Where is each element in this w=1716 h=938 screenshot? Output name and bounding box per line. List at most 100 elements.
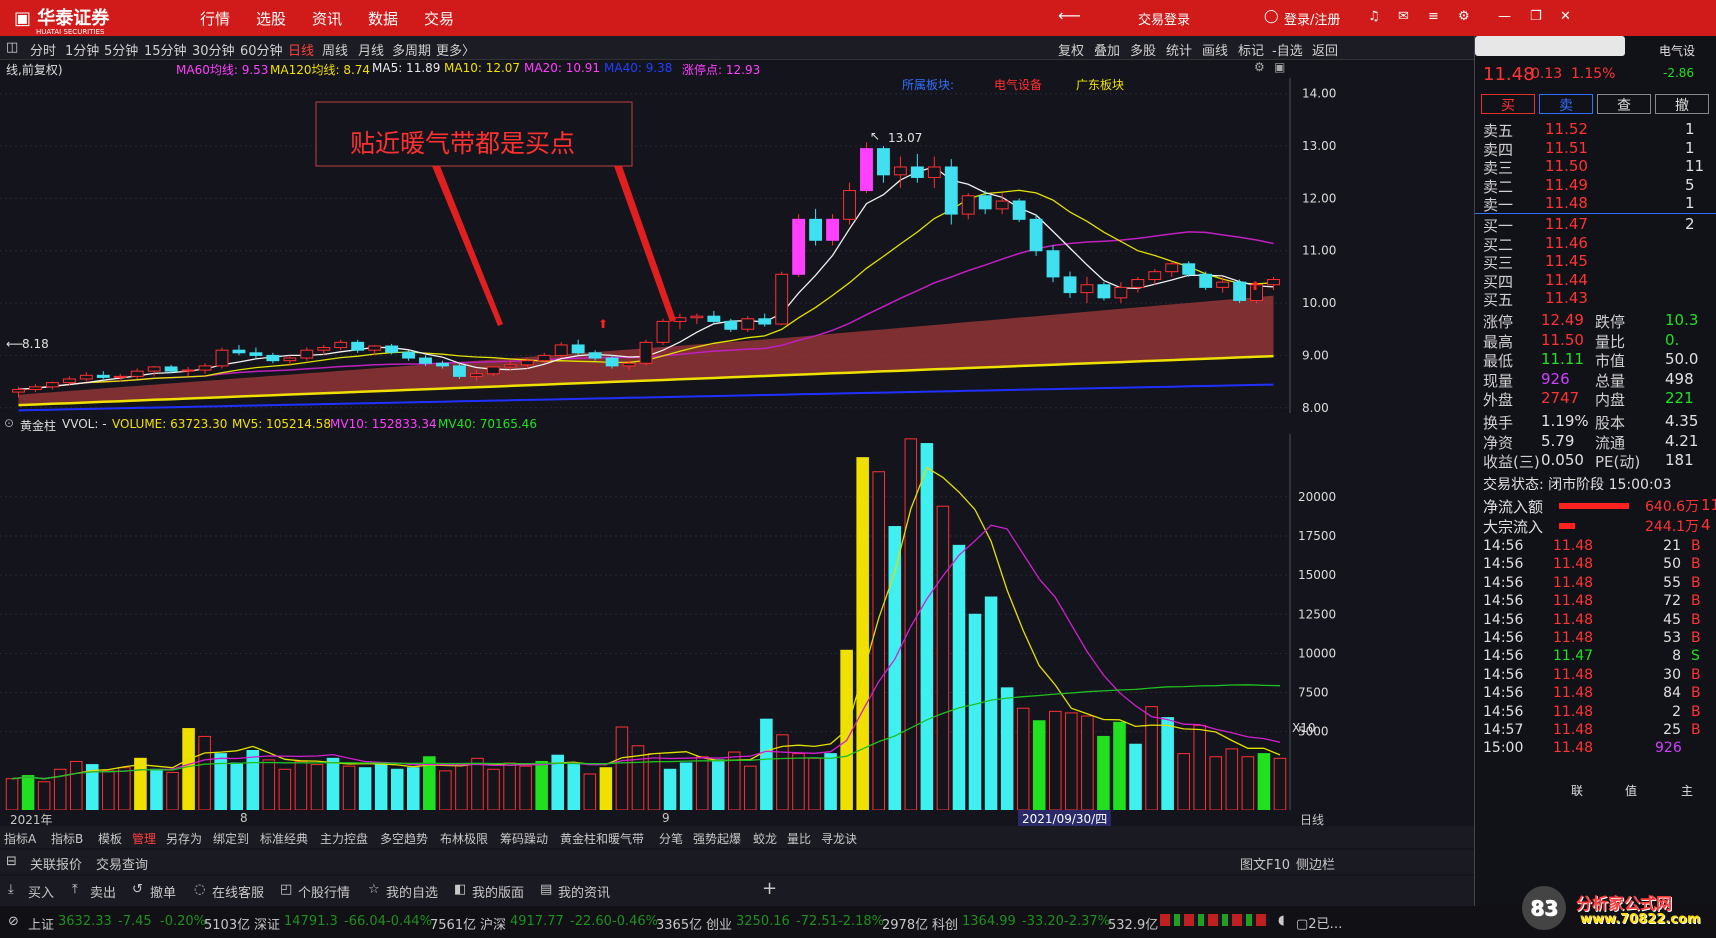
support-icon[interactable]: ♫ [1368, 9, 1380, 24]
stock-quote-action[interactable]: 个股行情 [298, 882, 350, 901]
indicator-tab[interactable]: 强势起爆 [693, 830, 741, 847]
bid-price[interactable]: 11.43 [1545, 289, 1588, 307]
right-tab[interactable]: 主 [1681, 782, 1693, 799]
tool-button[interactable]: 标记 [1238, 40, 1264, 59]
user-icon[interactable]: ◯ [1264, 9, 1279, 24]
indicator-tab[interactable]: 量比 [787, 830, 811, 847]
pane-settings-icon[interactable]: ⚙ [1254, 60, 1265, 74]
close-icon[interactable]: ✕ [1560, 9, 1571, 24]
ask-price[interactable]: 11.52 [1545, 120, 1588, 138]
nav-data[interactable]: 数据 [368, 8, 398, 29]
f10-button[interactable]: 图文F10 [1240, 854, 1290, 873]
board-electrical[interactable]: 电气设备 [994, 78, 1042, 92]
index-name[interactable]: 上证 [28, 914, 54, 933]
indicator-tab[interactable]: 筹码躁动 [500, 830, 548, 847]
buy-button[interactable]: 买 [1481, 94, 1535, 114]
right-tab[interactable]: 联 [1571, 782, 1583, 799]
sidebar-button[interactable]: 侧边栏 [1296, 854, 1335, 873]
news-icon[interactable]: ▤ [540, 882, 552, 897]
notice-icon[interactable]: ▢2已… [1296, 913, 1343, 932]
period-tab[interactable]: 30分钟 [192, 40, 235, 59]
related-quote-tab[interactable]: 关联报价 [30, 854, 82, 873]
login-register-link[interactable]: 登录/注册 [1284, 9, 1340, 28]
cancel-action[interactable]: 撤单 [150, 882, 176, 901]
layout-action[interactable]: 我的版面 [472, 882, 524, 901]
indicator-tab[interactable]: 寻龙诀 [821, 830, 857, 847]
index-name[interactable]: 沪深 [480, 914, 506, 933]
sell-button[interactable]: 卖 [1539, 94, 1593, 114]
bid-price[interactable]: 11.44 [1545, 271, 1588, 289]
period-tab-active[interactable]: 日线 [288, 40, 314, 59]
indicator-tab[interactable]: 布林极限 [440, 830, 488, 847]
period-tab[interactable]: 多周期 [392, 40, 431, 59]
ask-price[interactable]: 11.51 [1545, 139, 1588, 157]
nav-stock-select[interactable]: 选股 [256, 8, 286, 29]
bid-price[interactable]: 11.47 [1545, 215, 1588, 233]
service-action[interactable]: 在线客服 [212, 882, 264, 901]
ask-price[interactable]: 11.50 [1545, 157, 1588, 175]
nav-trade[interactable]: 交易 [424, 8, 454, 29]
period-tab-more[interactable]: 更多〉 [436, 40, 475, 59]
sell-action[interactable]: 卖出 [90, 882, 116, 901]
board-guangdong[interactable]: 广东板块 [1076, 78, 1124, 92]
indicator-tab[interactable]: 主力控盘 [320, 830, 368, 847]
star-icon[interactable]: ☆ [368, 882, 380, 897]
news-action[interactable]: 我的资讯 [558, 882, 610, 901]
service-icon[interactable]: ◌ [194, 882, 205, 897]
mail-icon[interactable]: ✉ [1398, 9, 1409, 24]
settings-icon[interactable]: ⚙ [1458, 9, 1470, 24]
indicator-tab[interactable]: 蛟龙 [753, 830, 777, 847]
stock-quote-icon[interactable]: ◰ [280, 882, 292, 897]
period-tab[interactable]: 60分钟 [240, 40, 283, 59]
period-tab[interactable]: 分时 [30, 40, 56, 59]
trade-login-link[interactable]: 交易登录 [1138, 9, 1190, 28]
nav-quotes[interactable]: 行情 [200, 8, 230, 29]
sector-name[interactable]: 电气设 [1659, 42, 1695, 59]
volume-pane-icon[interactable]: ⊙ [4, 416, 14, 430]
indicator-tab[interactable]: 管理 [132, 830, 156, 847]
minimize-icon[interactable]: — [1498, 9, 1511, 24]
ask-price[interactable]: 11.49 [1545, 176, 1588, 194]
indicator-tab[interactable]: 指标A [4, 830, 36, 847]
indicator-tab[interactable]: 标准经典 [260, 830, 308, 847]
trade-query-tab[interactable]: 交易查询 [96, 854, 148, 873]
period-tab[interactable]: 5分钟 [104, 40, 138, 59]
tool-button[interactable]: 多股 [1130, 40, 1156, 59]
index-name[interactable]: 科创 [932, 914, 958, 933]
index-name[interactable]: 深证 [254, 914, 280, 933]
period-tab[interactable]: 周线 [322, 40, 348, 59]
pane-maximize-icon[interactable]: ▣ [1274, 60, 1285, 74]
tool-button[interactable]: 画线 [1202, 40, 1228, 59]
cancel-icon[interactable]: ↺ [132, 882, 143, 897]
volume-chart[interactable]: 200001750015000125001000075005000 X10 [0, 434, 1420, 810]
nav-news[interactable]: 资讯 [312, 8, 342, 29]
cancel-order-button[interactable]: 撤 [1655, 94, 1709, 114]
layout-icon[interactable]: ◧ [454, 882, 466, 897]
query-button[interactable]: 查 [1597, 94, 1651, 114]
restore-icon[interactable]: ❐ [1530, 9, 1542, 24]
status-check-icon[interactable]: ⊘ [8, 914, 19, 929]
indicator-tab[interactable]: 黄金柱和暖气带 [560, 830, 644, 847]
indicator-tab[interactable]: 绑定到 [213, 830, 249, 847]
indicator-tab[interactable]: 另存为 [166, 830, 202, 847]
menu-icon[interactable]: ≡ [1428, 9, 1439, 24]
tool-button[interactable]: 统计 [1166, 40, 1192, 59]
price-chart[interactable]: 14.0013.0012.0011.0010.009.008.00 13.07 … [0, 78, 1420, 413]
sell-icon[interactable]: ⤒ [72, 882, 78, 897]
indicator-tab[interactable]: 多空趋势 [380, 830, 428, 847]
watchlist-action[interactable]: 我的自选 [386, 882, 438, 901]
tool-button[interactable]: 叠加 [1094, 40, 1120, 59]
ask-price[interactable]: 11.48 [1545, 194, 1588, 212]
tool-button[interactable]: 复权 [1058, 40, 1084, 59]
right-tab[interactable]: 值 [1625, 782, 1637, 799]
bid-price[interactable]: 11.46 [1545, 234, 1588, 252]
period-tab[interactable]: 15分钟 [144, 40, 187, 59]
indicator-tab[interactable]: 指标B [51, 830, 83, 847]
buy-icon[interactable]: ⤓ [8, 882, 14, 897]
back-arrow-icon[interactable]: ⟵ [1058, 6, 1081, 25]
index-name[interactable]: 创业 [706, 914, 732, 933]
add-icon[interactable]: + [762, 878, 777, 899]
collapse-icon[interactable]: ◫ [6, 40, 18, 55]
bid-price[interactable]: 11.45 [1545, 252, 1588, 270]
buy-action[interactable]: 买入 [28, 882, 54, 901]
